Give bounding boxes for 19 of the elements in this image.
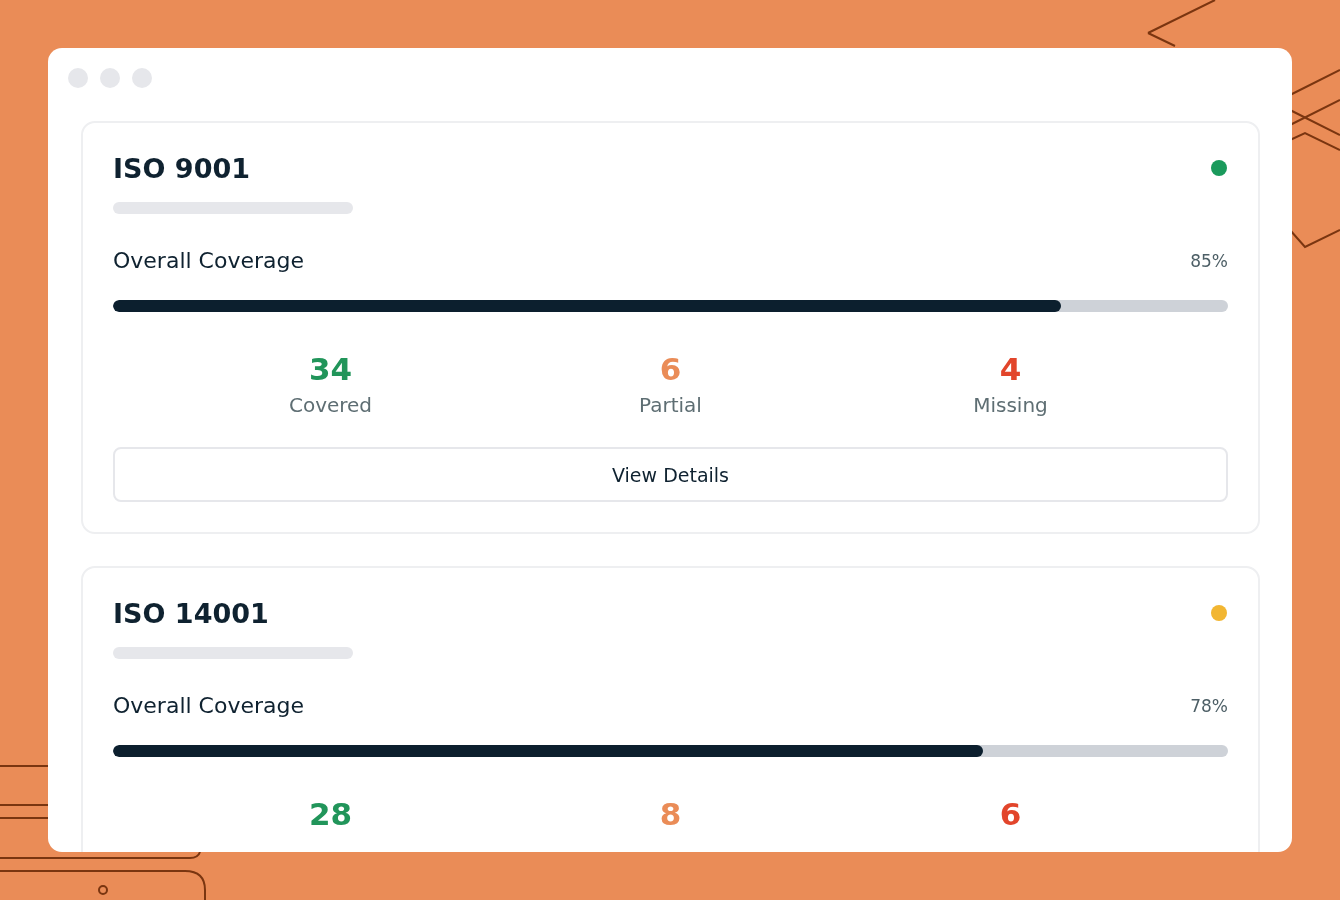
standard-title: ISO 14001 [113, 597, 269, 629]
coverage-label: Overall Coverage [113, 693, 305, 718]
stat-count: 6 [999, 795, 1022, 833]
stat-count: 6 [659, 350, 682, 388]
stat-label: Missing [973, 393, 1048, 417]
stat-label: Covered [288, 393, 373, 417]
standard-title: ISO 9001 [113, 152, 250, 184]
stat-count: 34 [308, 350, 353, 388]
stat-count: 28 [308, 795, 353, 833]
window-control[interactable] [132, 68, 152, 88]
window-control[interactable] [68, 68, 88, 88]
stat-count: 8 [659, 795, 682, 833]
window-control[interactable] [100, 68, 120, 88]
coverage-percent: 78% [1190, 695, 1228, 716]
coverage-percent: 85% [1190, 250, 1228, 271]
coverage-label: Overall Coverage [113, 248, 305, 273]
view-details-button[interactable]: View Details [113, 447, 1228, 502]
stat-count: 4 [999, 350, 1022, 388]
stat-label: Partial [639, 393, 702, 417]
